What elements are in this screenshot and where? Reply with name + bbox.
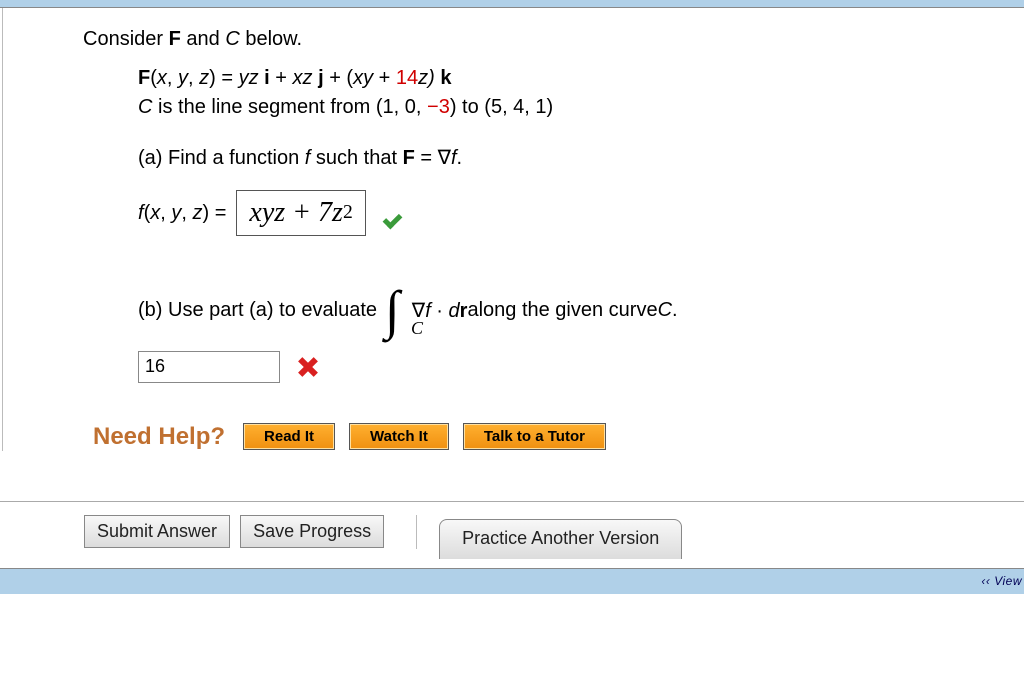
intro-text: Consider F and C below.	[83, 28, 1014, 51]
vector-field-equation: F(x, y, z) = yz i + xz j + (xy + 14z) k	[138, 65, 1014, 92]
watch-it-button[interactable]: Watch It	[349, 423, 449, 450]
need-help-label: Need Help?	[93, 423, 225, 451]
divider	[416, 515, 417, 549]
header-strip	[0, 0, 1024, 8]
footer-partial-text: ‹‹ View	[981, 574, 1022, 588]
integral-expression: ∫ C	[385, 286, 400, 335]
part-a-answer-box[interactable]: xyz + 7z2	[236, 190, 365, 236]
part-a-answer-row: f(x, y, z) = xyz + 7z2	[138, 190, 1014, 236]
question-body: Consider F and C below. F(x, y, z) = yz …	[2, 8, 1024, 451]
curve-description: C is the line segment from (1, 0, −3) to…	[138, 94, 1014, 121]
practice-another-version-button[interactable]: Practice Another Version	[439, 519, 682, 559]
part-b-prompt: (b) Use part (a) to evaluate ∫ C ∇f · dr…	[138, 286, 1014, 335]
action-bar: Submit Answer Save Progress Practice Ano…	[0, 501, 1024, 568]
talk-to-tutor-button[interactable]: Talk to a Tutor	[463, 423, 606, 450]
cross-icon	[296, 356, 318, 378]
part-a-answer-label: f(x, y, z) =	[138, 202, 226, 225]
part-b-answer-input[interactable]	[138, 351, 280, 383]
part-a-prompt: (a) Find a function f such that F = ∇f.	[138, 145, 1014, 170]
footer-strip: ‹‹ View	[0, 568, 1024, 594]
save-progress-button[interactable]: Save Progress	[240, 515, 384, 548]
part-b-answer-row	[138, 351, 1014, 383]
need-help-row: Need Help? Read It Watch It Talk to a Tu…	[83, 423, 1014, 451]
integral-icon: ∫	[385, 286, 400, 335]
read-it-button[interactable]: Read It	[243, 423, 335, 450]
submit-answer-button[interactable]: Submit Answer	[84, 515, 230, 548]
check-icon	[384, 202, 406, 224]
